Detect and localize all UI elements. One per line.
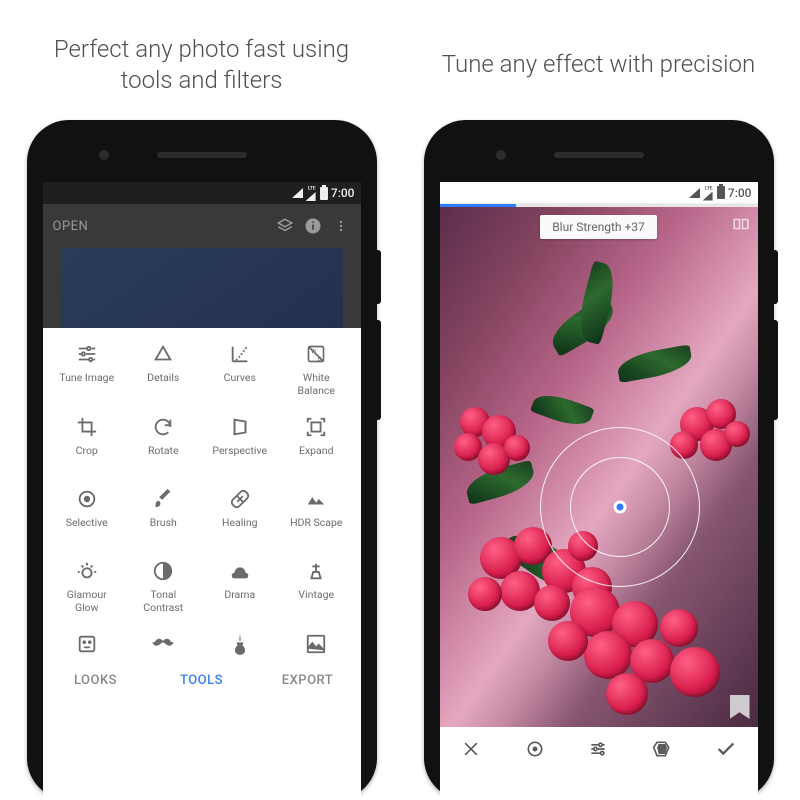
tool-face-enhance[interactable]	[49, 632, 126, 656]
bottom-tabs: LOOKS TOOLS EXPORT	[43, 660, 361, 700]
close-button[interactable]	[457, 735, 485, 763]
target-button[interactable]	[521, 735, 549, 763]
tool-image[interactable]	[278, 632, 355, 656]
status-bar: LTE 7:00	[43, 182, 361, 204]
perspective-icon	[228, 415, 252, 439]
healing-icon	[228, 487, 252, 511]
tool-label: Curves	[224, 372, 256, 396]
guitar-icon	[228, 632, 252, 656]
status-time: 7:00	[728, 186, 752, 200]
tonal-contrast-icon	[151, 559, 175, 583]
tool-selective[interactable]: Selective	[49, 487, 126, 541]
tool-mustache[interactable]	[125, 632, 202, 656]
wifi-icon	[689, 188, 700, 198]
styles-button[interactable]	[648, 735, 676, 763]
tool-white-balance[interactable]: WB White Balance	[278, 342, 355, 397]
battery-icon	[320, 187, 328, 200]
tool-rotate[interactable]: Rotate	[125, 415, 202, 469]
tools-panel: Tune Image Details Curves WB White Balance Cr…	[43, 328, 361, 660]
tool-details[interactable]: Details	[125, 342, 202, 397]
status-bar: LTE 7:00	[440, 182, 758, 204]
cell-signal-icon: LTE	[306, 185, 317, 201]
tool-label: Vintage	[298, 589, 334, 613]
layers-icon[interactable]	[275, 216, 295, 236]
tab-export[interactable]: EXPORT	[255, 673, 361, 688]
drama-icon	[228, 559, 252, 583]
tool-glamour-glow[interactable]: Glamour Glow	[49, 559, 126, 614]
tool-drama[interactable]: Drama	[202, 559, 279, 614]
tab-tools[interactable]: TOOLS	[149, 673, 255, 688]
tool-hdr-scape[interactable]: HDR Scape	[278, 487, 355, 541]
phone-frame-right: LTE 7:00 Blur Strength +37	[424, 120, 774, 800]
tool-perspective[interactable]: Perspective	[202, 415, 279, 469]
white-balance-icon: WB	[304, 342, 328, 366]
tool-healing[interactable]: Healing	[202, 487, 279, 541]
screen-right: LTE 7:00 Blur Strength +37	[440, 182, 758, 800]
battery-icon	[717, 186, 725, 199]
tool-crop[interactable]: Crop	[49, 415, 126, 469]
caption-right: Tune any effect with precision	[432, 0, 765, 120]
svg-text:W: W	[311, 349, 317, 355]
details-icon	[151, 342, 175, 366]
info-icon[interactable]	[303, 216, 323, 236]
tool-curves[interactable]: Curves	[202, 342, 279, 397]
tool-label: Drama	[224, 589, 255, 613]
tool-label: Selective	[66, 517, 108, 541]
selective-icon	[75, 487, 99, 511]
focus-center-dot[interactable]	[613, 501, 626, 514]
curves-icon	[228, 342, 252, 366]
tool-label: Details	[147, 372, 179, 396]
tool-label: Tonal Contrast	[143, 589, 183, 614]
face-enhance-icon	[75, 632, 99, 656]
more-icon[interactable]	[331, 216, 351, 236]
effect-canvas[interactable]: Blur Strength +37	[440, 207, 758, 727]
glamour-glow-icon	[75, 559, 99, 583]
app-top-bar: OPEN	[43, 204, 361, 248]
image-preview-dimmed	[43, 248, 361, 328]
screen-left: LTE 7:00 OPEN	[43, 182, 361, 800]
tool-label: White Balance	[298, 372, 335, 397]
tool-label: HDR Scape	[290, 517, 342, 541]
rotate-icon	[151, 415, 175, 439]
status-time: 7:00	[331, 186, 355, 200]
tool-label: Rotate	[148, 445, 179, 469]
tune-image-icon	[75, 342, 99, 366]
tool-expand[interactable]: Expand	[278, 415, 355, 469]
caption-left: Perfect any photo fast using tools and f…	[18, 0, 385, 120]
mustache-icon	[151, 632, 175, 656]
tool-label: Tune Image	[59, 372, 114, 396]
tool-label: Glamour Glow	[67, 589, 107, 614]
tool-guitar[interactable]	[202, 632, 279, 656]
tab-looks[interactable]: LOOKS	[43, 673, 149, 688]
wifi-icon	[292, 188, 303, 198]
tool-label: Healing	[222, 517, 258, 541]
image-icon	[304, 632, 328, 656]
vintage-icon	[304, 559, 328, 583]
tool-vintage[interactable]: Vintage	[278, 559, 355, 614]
sliders-button[interactable]	[584, 735, 612, 763]
hdr-scape-icon	[304, 487, 328, 511]
brush-icon	[151, 487, 175, 511]
tool-label: Perspective	[212, 445, 267, 469]
crop-icon	[75, 415, 99, 439]
cell-signal-icon: LTE	[703, 185, 714, 201]
phone-frame-left: LTE 7:00 OPEN	[27, 120, 377, 800]
effect-bottom-bar	[440, 727, 758, 771]
expand-icon	[304, 415, 328, 439]
open-button[interactable]: OPEN	[53, 219, 267, 234]
tool-label: Crop	[76, 445, 98, 469]
tool-tune-image[interactable]: Tune Image	[49, 342, 126, 397]
tool-brush[interactable]: Brush	[125, 487, 202, 541]
tool-label: Expand	[299, 445, 334, 469]
svg-text:B: B	[318, 357, 322, 363]
tool-tonal-contrast[interactable]: Tonal Contrast	[125, 559, 202, 614]
apply-button[interactable]	[712, 735, 740, 763]
tool-label: Brush	[150, 517, 177, 541]
